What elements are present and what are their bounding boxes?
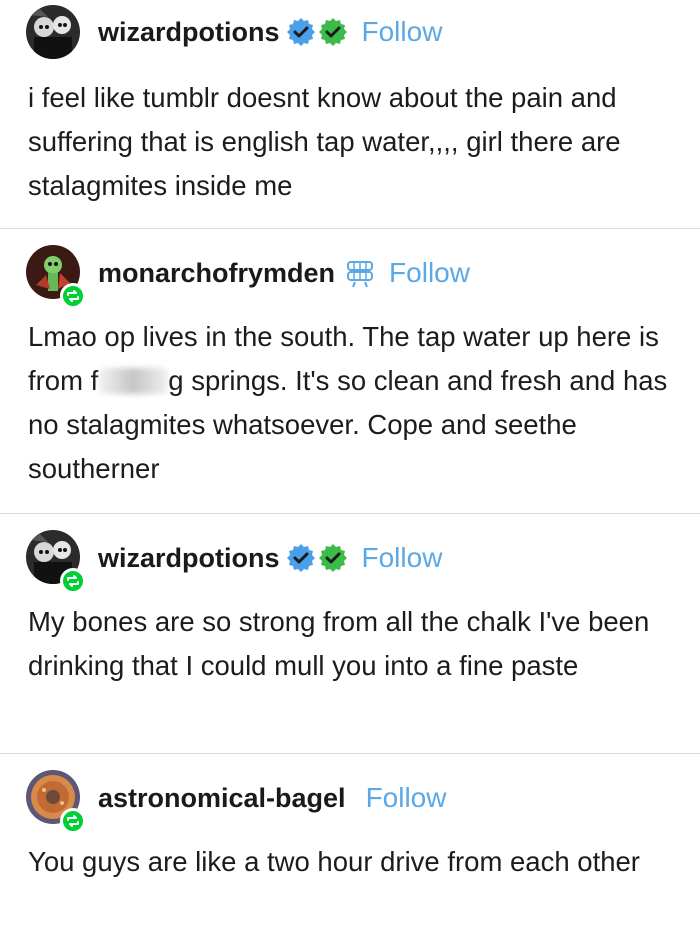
follow-button[interactable]: Follow [362, 16, 443, 48]
blue-check-icon [286, 17, 316, 47]
name-row: wizardpotions Follow [98, 538, 442, 578]
post-text: You guys are like a two hour drive from … [28, 846, 640, 877]
post-reblog: monarchofrymden Follow Lmao op lives in … [0, 229, 700, 514]
post-header: wizardpotions Follow [0, 514, 700, 594]
post-header: astronomical-bagel Follow [0, 754, 700, 834]
follow-button[interactable]: Follow [366, 782, 447, 814]
green-check-icon [318, 17, 348, 47]
avatar[interactable] [26, 5, 80, 59]
name-row: astronomical-bagel Follow [98, 778, 446, 818]
post-header: monarchofrymden Follow [0, 229, 700, 309]
chattering-teeth-icon [345, 258, 375, 288]
post-reblog: wizardpotions Follow My bones are so str… [0, 514, 700, 754]
post-text: i feel like tumblr doesnt know about the… [28, 82, 621, 201]
username[interactable]: monarchofrymden [98, 258, 335, 289]
reblog-icon [60, 808, 86, 834]
follow-button[interactable]: Follow [362, 542, 443, 574]
post-original: wizardpotions Follow i feel like tumblr … [0, 0, 700, 229]
username[interactable]: wizardpotions [98, 543, 280, 574]
green-check-icon [318, 543, 348, 573]
post-reblog: astronomical-bagel Follow You guys are l… [0, 754, 700, 936]
censored-word [98, 368, 169, 394]
post-header: wizardpotions Follow [0, 0, 700, 60]
name-row: monarchofrymden Follow [98, 253, 470, 293]
username[interactable]: astronomical-bagel [98, 783, 346, 814]
post-text: My bones are so strong from all the chal… [28, 606, 650, 681]
reblog-thread: wizardpotions Follow i feel like tumblr … [0, 0, 700, 936]
blue-check-icon [286, 543, 316, 573]
reblog-icon [60, 283, 86, 309]
follow-button[interactable]: Follow [389, 257, 470, 289]
reblog-icon [60, 568, 86, 594]
post-text: Lmao op lives in the south. The tap wate… [0, 303, 700, 491]
name-row: wizardpotions Follow [98, 12, 442, 52]
username[interactable]: wizardpotions [98, 17, 280, 48]
